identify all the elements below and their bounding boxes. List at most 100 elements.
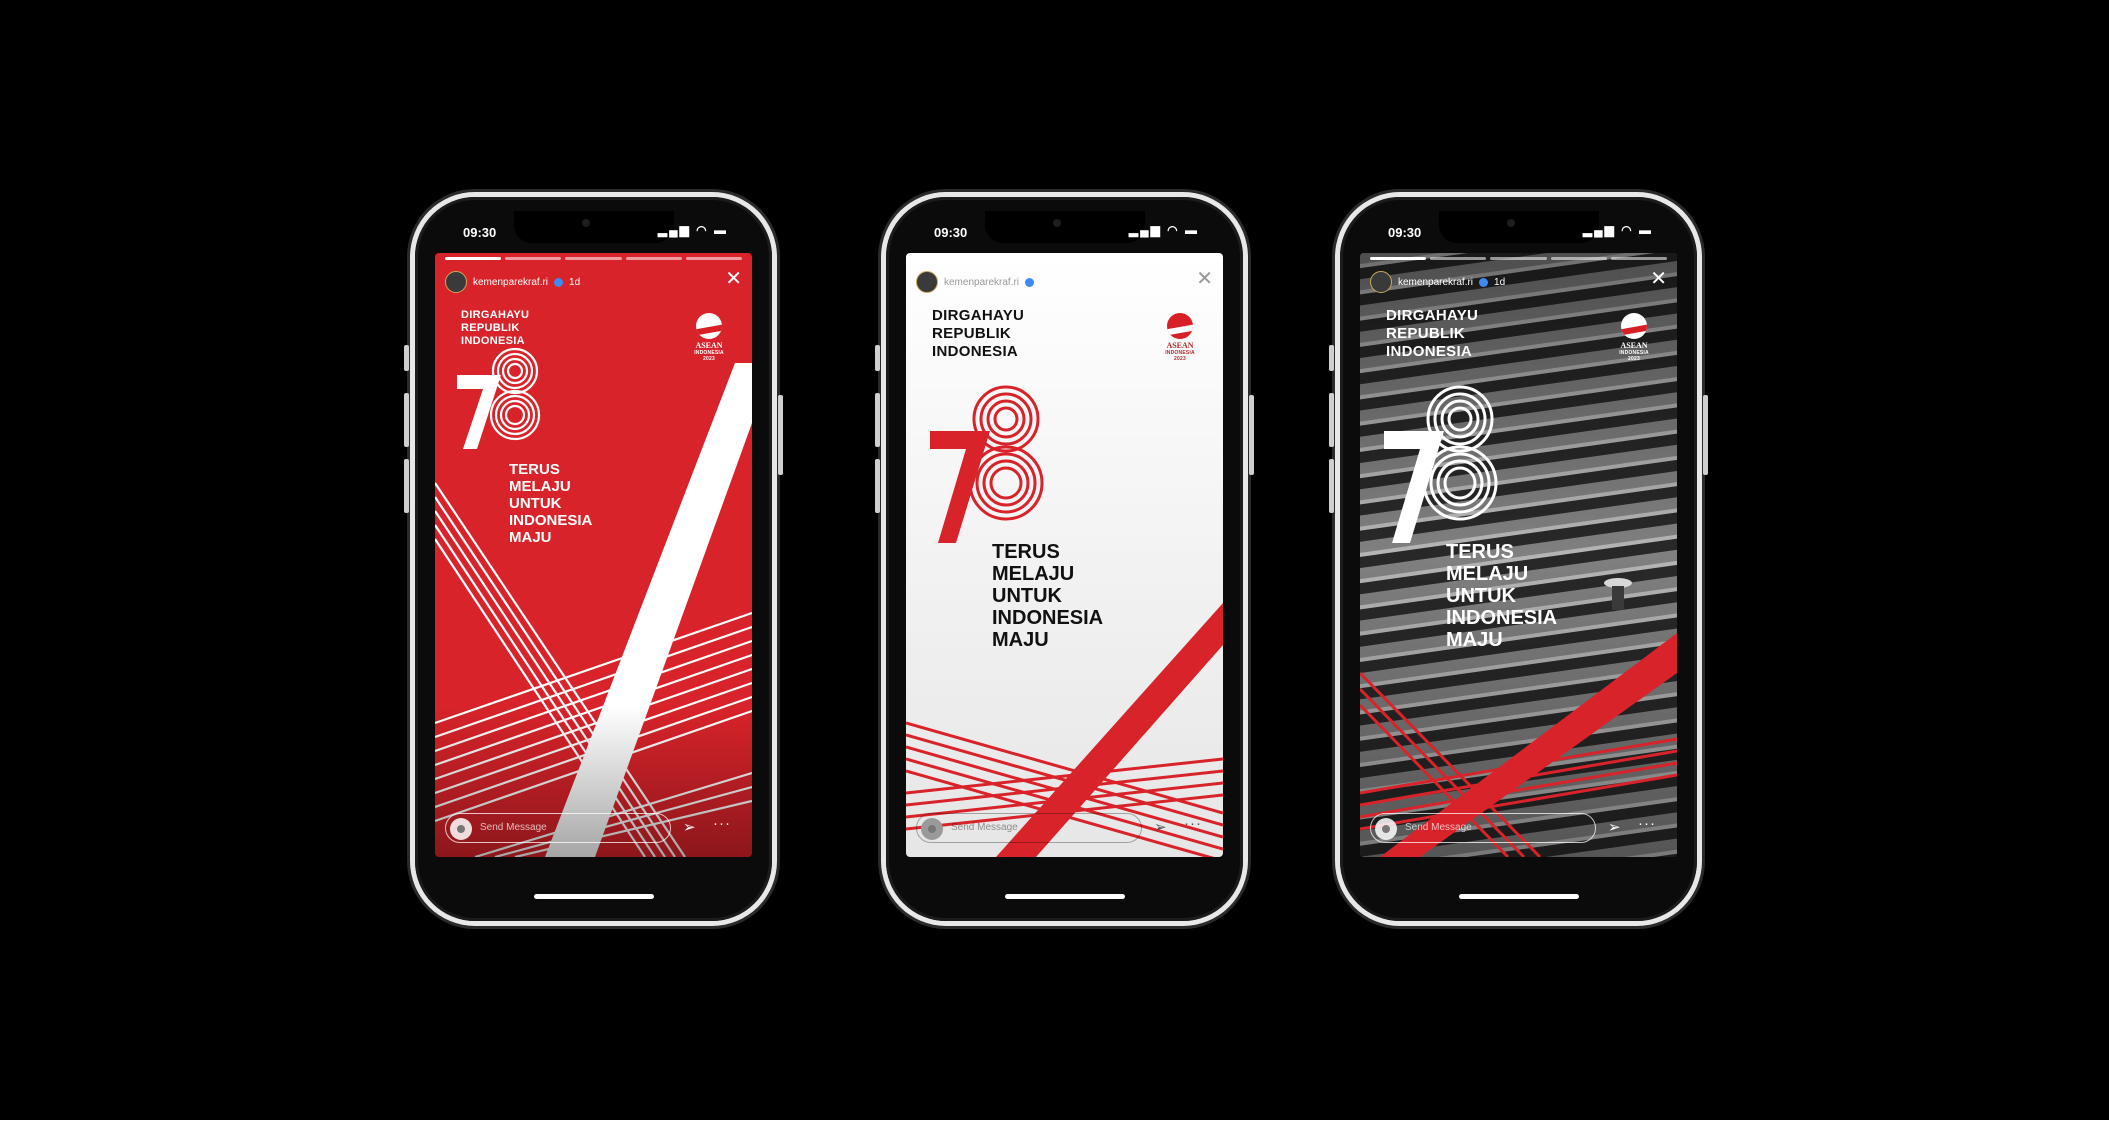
close-icon[interactable]: ✕ — [1650, 269, 1667, 289]
post-age: 1d — [1494, 276, 1506, 288]
avatar[interactable] — [445, 271, 467, 293]
story-account[interactable]: kemenparekraf.ri — [916, 269, 1035, 295]
camera-icon[interactable] — [450, 818, 472, 840]
tagline-line: UNTUK — [509, 495, 562, 512]
battery-icon: ▬ — [1185, 223, 1199, 237]
signal-icon: ▂▄▆ — [1128, 223, 1162, 237]
reply-bar: Send Message ➢ ··· — [445, 813, 742, 843]
asean-sub: INDONESIA 2023 — [694, 350, 724, 362]
send-message-input[interactable]: Send Message — [1370, 813, 1596, 843]
tagline-line: MAJU — [1446, 629, 1503, 651]
status-time: 09:30 — [934, 225, 968, 240]
send-icon[interactable]: ➢ — [1608, 818, 1621, 836]
tagline-line: TERUS — [509, 461, 560, 478]
asean-logo: ASEAN INDONESIA 2023 — [692, 313, 726, 362]
headline: DIRGAHAYU REPUBLIK INDONESIA — [461, 309, 529, 348]
more-icon[interactable]: ··· — [1638, 815, 1656, 832]
tagline-line: UNTUK — [1446, 585, 1516, 607]
send-icon[interactable]: ➢ — [1154, 818, 1167, 836]
verified-icon — [1025, 277, 1035, 287]
headline-line: REPUBLIK — [461, 322, 520, 334]
close-icon[interactable]: ✕ — [725, 269, 742, 289]
tagline-line: MAJU — [509, 529, 552, 546]
headline-line: DIRGAHAYU — [932, 307, 1025, 324]
headline-line: REPUBLIK — [1386, 325, 1466, 342]
headline-line: INDONESIA — [932, 343, 1019, 360]
post-age: 1d — [569, 276, 581, 288]
story-account[interactable]: kemenparekraf.ri 1d — [1370, 269, 1505, 295]
verified-icon — [554, 277, 564, 287]
asean-emblem-icon — [1167, 313, 1193, 339]
tagline-line: INDONESIA — [1446, 607, 1558, 629]
asean-sub: INDONESIA 2023 — [1165, 350, 1195, 362]
send-message-input[interactable]: Send Message — [916, 813, 1142, 843]
account-name[interactable]: kemenparekraf.ri — [473, 277, 548, 288]
battery-icon: ▬ — [1639, 223, 1653, 237]
story-screen[interactable]: kemenparekraf.ri ✕ DIRGAHAYU REPUBLIK IN… — [906, 253, 1223, 857]
phone-photo: 09:30 ▂▄▆ ◠ ▬ kemenparekraf.ri 1d ✕ DIRG… — [1329, 197, 1708, 921]
message-placeholder: Send Message — [480, 822, 547, 833]
logo-78 — [930, 385, 1044, 543]
story-screen[interactable]: kemenparekraf.ri 1d ✕ DIRGAHAYU REPUBLIK… — [435, 253, 752, 857]
more-icon[interactable]: ··· — [1184, 815, 1202, 832]
tagline-line: TERUS — [1446, 541, 1514, 563]
status-bar: 09:30 ▂▄▆ ◠ ▬ — [1370, 223, 1667, 243]
headline-line: DIRGAHAYU — [461, 309, 530, 321]
send-message-input[interactable]: Send Message — [445, 813, 671, 843]
phone-side-button — [1329, 393, 1334, 447]
headline-line: INDONESIA — [1386, 343, 1473, 360]
story-progress — [1370, 257, 1668, 260]
tagline-line: MAJU — [992, 629, 1049, 651]
camera-icon[interactable] — [1375, 818, 1397, 840]
phone-side-button — [778, 395, 783, 475]
logo-78 — [457, 347, 541, 449]
phone-side-button — [404, 345, 409, 371]
tagline-line: MELAJU — [992, 563, 1075, 585]
home-indicator[interactable] — [533, 894, 654, 899]
reply-bar: Send Message ➢ ··· — [916, 813, 1213, 843]
story-screen[interactable]: kemenparekraf.ri 1d ✕ DIRGAHAYU REPUBLIK… — [1360, 253, 1677, 857]
headline-line: REPUBLIK — [932, 325, 1012, 342]
tagline: TERUS MELAJU UNTUK INDONESIA MAJU — [1446, 541, 1557, 651]
message-placeholder: Send Message — [1405, 822, 1472, 833]
status-time: 09:30 — [1388, 225, 1422, 240]
phone-side-button — [875, 459, 880, 513]
close-icon[interactable]: ✕ — [1196, 269, 1213, 289]
more-icon[interactable]: ··· — [713, 815, 731, 832]
wifi-icon: ◠ — [1167, 223, 1180, 237]
asean-emblem-icon — [1621, 313, 1647, 339]
tagline: TERUS MELAJU UNTUK INDONESIA MAJU — [509, 461, 592, 546]
tagline-line: UNTUK — [992, 585, 1062, 607]
reply-bar: Send Message ➢ ··· — [1370, 813, 1667, 843]
account-name[interactable]: kemenparekraf.ri — [944, 277, 1019, 288]
status-bar: 09:30 ▂▄▆ ◠ ▬ — [916, 223, 1213, 243]
tagline: TERUS MELAJU UNTUK INDONESIA MAJU — [992, 541, 1103, 651]
camera-icon[interactable] — [921, 818, 943, 840]
phone-white: 09:30 ▂▄▆ ◠ ▬ kemenparekraf.ri ✕ DIRGAHA… — [875, 197, 1254, 921]
tagline-line: INDONESIA — [992, 607, 1104, 629]
phone-side-button — [404, 393, 409, 447]
phone-side-button — [875, 393, 880, 447]
asean-sub: INDONESIA 2023 — [1619, 350, 1649, 362]
battery-icon: ▬ — [714, 223, 728, 237]
phone-side-button — [404, 459, 409, 513]
story-account[interactable]: kemenparekraf.ri 1d — [445, 269, 580, 295]
home-indicator[interactable] — [1004, 894, 1125, 899]
tagline-line: MELAJU — [509, 478, 571, 495]
home-indicator[interactable] — [1458, 894, 1579, 899]
mockup-stage: 09:30 ▂▄▆ ◠ ▬ kemenparekraf.ri 1d ✕ DIRG… — [0, 0, 2109, 1122]
status-icons: ▂▄▆ ◠ ▬ — [1583, 223, 1653, 237]
headline-line: DIRGAHAYU — [1386, 307, 1479, 324]
asean-logo: ASEAN INDONESIA 2023 — [1617, 313, 1651, 362]
headline: DIRGAHAYU REPUBLIK INDONESIA — [1386, 307, 1478, 361]
phone-side-button — [1703, 395, 1708, 475]
phone-red: 09:30 ▂▄▆ ◠ ▬ kemenparekraf.ri 1d ✕ DIRG… — [404, 197, 783, 921]
send-icon[interactable]: ➢ — [683, 818, 696, 836]
asean-emblem-icon — [696, 313, 722, 339]
story-progress — [445, 257, 743, 260]
avatar[interactable] — [1370, 271, 1392, 293]
account-name[interactable]: kemenparekraf.ri — [1398, 277, 1473, 288]
asean-label: ASEAN — [695, 341, 723, 350]
tagline-line: TERUS — [992, 541, 1060, 563]
avatar[interactable] — [916, 271, 938, 293]
